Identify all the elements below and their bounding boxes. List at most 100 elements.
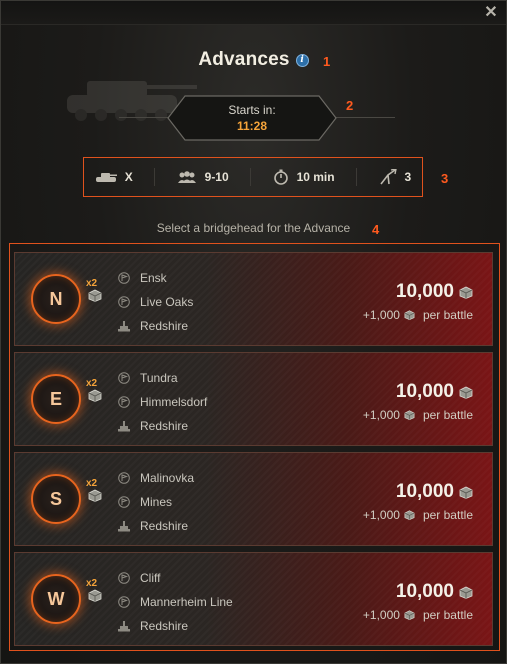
flag-icon bbox=[117, 295, 131, 309]
map-list: Tundra Himmelsdorf Redshire bbox=[117, 366, 207, 438]
crate-icon bbox=[459, 586, 473, 599]
map-list: Ensk Live Oaks Redshire bbox=[117, 266, 193, 338]
reward-value: 10,000 bbox=[395, 381, 454, 402]
map-list: Cliff Mannerheim Line Redshire bbox=[117, 566, 233, 638]
base-icon bbox=[117, 519, 131, 533]
direction-emblem: S bbox=[31, 474, 102, 524]
per-battle-label: per battle bbox=[422, 308, 473, 322]
page-title: Advances bbox=[198, 49, 290, 70]
reward-total: 10,000 bbox=[396, 481, 473, 503]
map-item: Himmelsdorf bbox=[117, 390, 207, 414]
per-battle-reward: +1,000 per battle bbox=[363, 508, 473, 522]
reward-multiplier: x2 bbox=[86, 278, 98, 289]
map-name: Mines bbox=[140, 495, 173, 509]
attempts-stat: 3 bbox=[379, 169, 412, 185]
per-battle-label: per battle bbox=[422, 608, 473, 622]
attempts-value: 3 bbox=[404, 170, 412, 184]
annotation-marker-2: 2 bbox=[346, 98, 354, 113]
flag-icon bbox=[117, 571, 131, 585]
crate-icon bbox=[459, 286, 473, 299]
crate-icon bbox=[88, 289, 102, 302]
flag-icon bbox=[117, 271, 131, 285]
map-name: Ensk bbox=[140, 271, 167, 285]
base-icon bbox=[117, 319, 131, 333]
per-battle-value: +1,000 bbox=[362, 608, 400, 622]
per-battle-value: +1,000 bbox=[362, 508, 400, 522]
crate-icon bbox=[404, 410, 415, 420]
annotation-marker-1: 1 bbox=[323, 54, 331, 69]
reward-multiplier: x2 bbox=[86, 378, 98, 389]
timer-divider-left bbox=[119, 117, 169, 118]
base-icon bbox=[117, 619, 131, 633]
stat-divider bbox=[356, 168, 358, 186]
direction-letter: N bbox=[49, 289, 63, 309]
stat-divider bbox=[154, 168, 156, 186]
tier-stat: X bbox=[95, 170, 133, 184]
bridgehead-card-w[interactable]: W x2 Cliff Mannerheim Line Redshire 10,000… bbox=[14, 552, 493, 646]
stat-divider bbox=[250, 168, 252, 186]
flag-icon bbox=[117, 471, 131, 485]
map-name: Himmelsdorf bbox=[140, 395, 208, 409]
flag-icon bbox=[117, 395, 131, 409]
per-battle-value: +1,000 bbox=[362, 408, 400, 422]
map-name: Malinovka bbox=[140, 471, 195, 485]
reward-multiplier: x2 bbox=[86, 478, 98, 489]
map-item: Tundra bbox=[117, 366, 207, 390]
crate-icon bbox=[459, 486, 473, 499]
stopwatch-icon bbox=[273, 169, 288, 185]
map-item: Ensk bbox=[117, 266, 193, 290]
duration-value: 10 min bbox=[296, 170, 335, 184]
per-battle-reward: +1,000 per battle bbox=[363, 608, 473, 622]
map-item: Redshire bbox=[117, 414, 207, 438]
map-name: Redshire bbox=[140, 519, 189, 533]
crate-icon bbox=[404, 310, 415, 320]
per-battle-value: +1,000 bbox=[362, 308, 400, 322]
map-list: Malinovka Mines Redshire bbox=[117, 466, 194, 538]
reward-total: 10,000 bbox=[396, 381, 473, 403]
reward-total: 10,000 bbox=[396, 281, 473, 303]
reward-value: 10,000 bbox=[395, 281, 454, 302]
direction-letter: E bbox=[49, 389, 62, 409]
players-value: 9-10 bbox=[204, 170, 229, 184]
map-item: Redshire bbox=[117, 314, 193, 338]
bridgehead-icon bbox=[379, 169, 397, 185]
players-icon bbox=[177, 171, 196, 183]
close-icon[interactable]: ✕ bbox=[482, 4, 500, 22]
flag-icon bbox=[117, 371, 131, 385]
bridgehead-card-s[interactable]: S x2 Malinovka Mines Redshire 10,000 +1,00… bbox=[14, 452, 493, 546]
direction-letter: S bbox=[49, 489, 62, 509]
direction-emblem: N bbox=[31, 274, 102, 324]
direction-emblem: E bbox=[31, 374, 102, 424]
tank-icon bbox=[95, 173, 117, 182]
flag-icon bbox=[117, 495, 131, 509]
crate-icon bbox=[88, 589, 102, 602]
tier-value: X bbox=[124, 170, 133, 184]
flag-icon bbox=[117, 595, 131, 609]
direction-emblem: W bbox=[31, 574, 102, 624]
players-stat: 9-10 bbox=[177, 170, 229, 184]
map-name: Tundra bbox=[140, 371, 178, 385]
start-timer: Starts in: 11:28 bbox=[167, 95, 337, 141]
map-name: Live Oaks bbox=[140, 295, 194, 309]
map-item: Cliff bbox=[117, 566, 233, 590]
map-name: Cliff bbox=[140, 571, 161, 585]
bridgehead-card-n[interactable]: N x2 Ensk Live Oaks Redshire 10,000 +1,000… bbox=[14, 252, 493, 346]
per-battle-reward: +1,000 per battle bbox=[363, 408, 473, 422]
map-item: Redshire bbox=[117, 514, 194, 538]
crate-icon bbox=[88, 389, 102, 402]
map-item: Redshire bbox=[117, 614, 233, 638]
page-title-row: Advances i bbox=[1, 49, 506, 71]
battle-parameters: X 9-10 10 min 3 bbox=[83, 157, 423, 197]
map-name: Mannerheim Line bbox=[140, 595, 233, 609]
reward-multiplier: x2 bbox=[86, 578, 98, 589]
reward-value: 10,000 bbox=[395, 481, 454, 502]
crate-icon bbox=[88, 489, 102, 502]
crate-icon bbox=[459, 386, 473, 399]
info-icon[interactable]: i bbox=[295, 53, 309, 67]
bridgehead-card-e[interactable]: E x2 Tundra Himmelsdorf Redshire 10,000 +1… bbox=[14, 352, 493, 446]
crate-icon bbox=[404, 510, 415, 520]
map-name: Redshire bbox=[140, 319, 189, 333]
map-name: Redshire bbox=[140, 619, 189, 633]
timer-label: Starts in: bbox=[228, 103, 276, 117]
reward-total: 10,000 bbox=[396, 581, 473, 603]
